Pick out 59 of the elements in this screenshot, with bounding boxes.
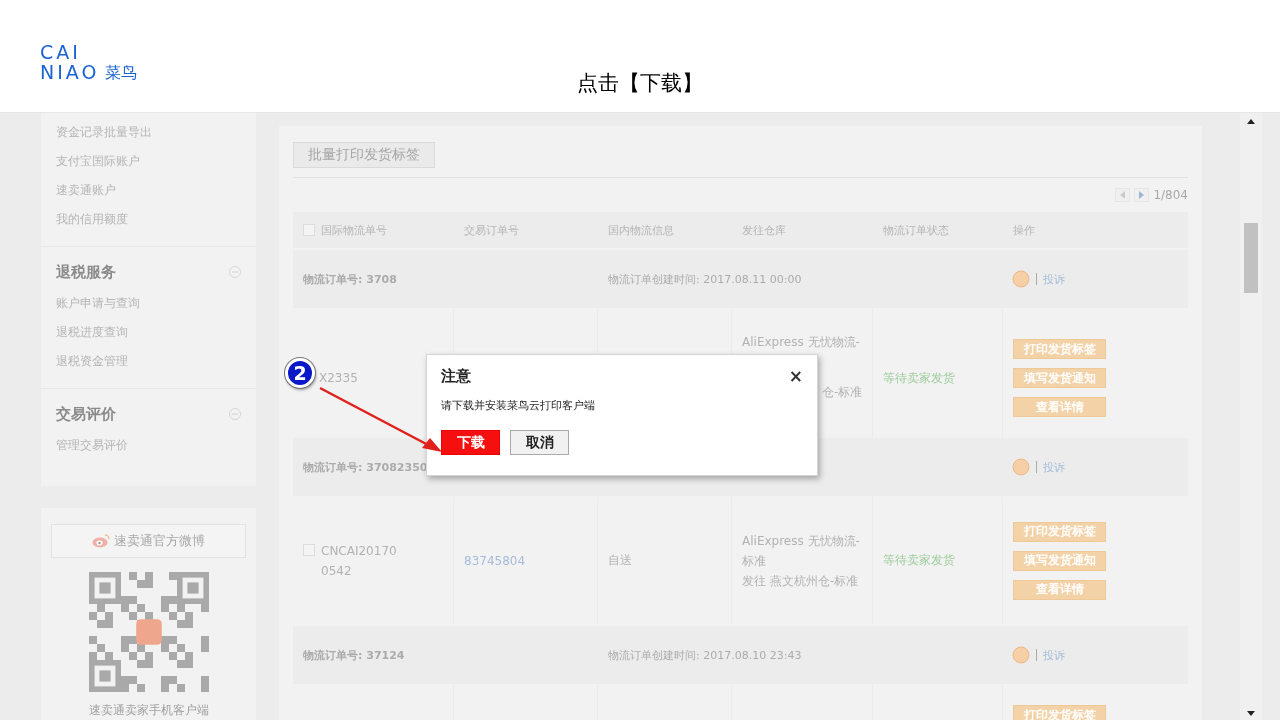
warehouse-text: 仓-标准 <box>821 385 863 399</box>
order-status: 等待卖家发货 <box>883 369 955 387</box>
section-heading: 退税服务 <box>56 262 116 282</box>
batch-print-button[interactable]: 批量打印发货标签 <box>293 142 435 168</box>
chat-icon[interactable] <box>1012 270 1030 288</box>
slide-caption: 点击【下载】 <box>577 70 703 97</box>
order-number: 物流订单号: 37124 <box>303 648 405 662</box>
step-badge: 2 <box>285 358 315 388</box>
close-button[interactable]: × <box>788 368 803 385</box>
right-triangle-icon <box>1138 191 1145 199</box>
sidebar-link[interactable]: 退税进度查询 <box>56 318 241 347</box>
next-page-button[interactable] <box>1134 188 1150 202</box>
action-button[interactable]: 填写发货通知 <box>1013 368 1106 388</box>
page-indicator: 1/804 <box>1153 188 1188 202</box>
tracking-number: CNCAI20170 <box>321 543 397 558</box>
action-button[interactable]: 打印发货标签 <box>1013 339 1106 359</box>
sidebar-link[interactable]: 我的信用额度 <box>56 205 241 234</box>
collapse-icon[interactable] <box>229 266 241 278</box>
checkbox[interactable] <box>303 543 315 556</box>
order-number: 物流订单号: 3708 <box>303 272 397 286</box>
action-button[interactable]: 查看详情 <box>1013 397 1106 417</box>
scrollbar-thumb[interactable] <box>1244 223 1258 293</box>
weibo-icon <box>92 534 110 548</box>
logo-text: NIAO <box>40 62 100 82</box>
tracking-number: 0542 <box>321 563 353 578</box>
action-button[interactable]: 打印发货标签 <box>1013 521 1106 542</box>
left-triangle-icon <box>1119 191 1126 199</box>
scroll-down-icon[interactable] <box>1247 711 1255 716</box>
section-heading: 交易评价 <box>56 404 116 424</box>
warehouse-text: 标准 <box>742 553 767 568</box>
chat-icon[interactable] <box>1012 646 1030 664</box>
checkbox[interactable] <box>303 224 315 236</box>
previous-page-button[interactable] <box>1115 188 1131 202</box>
logo-text: CAI <box>40 42 82 62</box>
dialog-message: 请下载并安装菜鸟云打印客户端 <box>441 398 596 413</box>
action-button[interactable]: 打印发货标签 <box>1013 705 1106 720</box>
complaint-link[interactable]: 投诉 <box>1043 459 1065 475</box>
logo-text: 菜鸟 <box>105 64 138 82</box>
complaint-link[interactable]: 投诉 <box>1043 271 1065 287</box>
tracking-number: X2335 <box>319 371 358 385</box>
warehouse-text: 发往 燕文杭州仓-标准 <box>742 573 860 588</box>
complaint-link[interactable]: 投诉 <box>1043 647 1065 663</box>
action-button[interactable]: 查看详情 <box>1013 579 1106 600</box>
domestic-logistics: 自送 <box>608 552 632 569</box>
sidebar-link[interactable]: 账户申请与查询 <box>56 289 241 318</box>
warehouse-text: AliExpress 无忧物流- <box>742 335 861 349</box>
qr-caption: 速卖通卖家手机客户端 <box>88 702 209 719</box>
chat-icon[interactable] <box>1012 458 1030 476</box>
warehouse-text: AliExpress 无忧物流- <box>742 533 860 548</box>
collapse-icon[interactable] <box>229 408 241 420</box>
action-button[interactable]: 填写发货通知 <box>1013 550 1106 571</box>
cancel-button[interactable]: 取消 <box>510 430 569 455</box>
scroll-up-icon[interactable] <box>1247 119 1255 124</box>
order-status: 等待卖家发货 <box>883 552 955 569</box>
order-number: 物流订单号: 37082350 <box>303 460 428 474</box>
weibo-button[interactable]: 速卖通官方微博 <box>51 524 246 558</box>
trade-order-link[interactable]: 83745804 <box>464 553 526 568</box>
dialog-title: 注意 <box>441 367 471 386</box>
download-button[interactable]: 下载 <box>441 430 500 455</box>
